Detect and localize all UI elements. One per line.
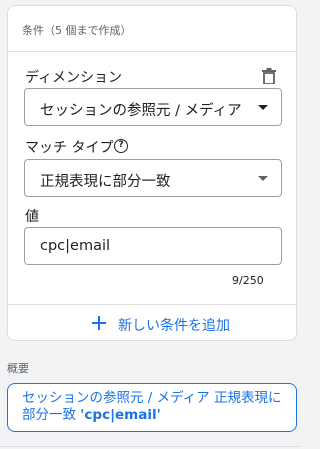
divider xyxy=(0,446,300,447)
help-icon[interactable]: ? xyxy=(114,139,128,153)
match-type-label: マッチ タイプ xyxy=(25,140,114,156)
match-type-select[interactable]: 正規表現に部分一致 xyxy=(24,159,282,197)
dimension-select-value: セッションの参照元 / メディア xyxy=(40,103,242,119)
value-label: 値 xyxy=(25,209,39,225)
card-header-title: 条件（5 個まで作成） xyxy=(22,24,132,37)
character-counter: 9/250 xyxy=(232,274,264,287)
plus-icon xyxy=(92,316,106,330)
add-condition-button[interactable]: 新しい条件を追加 xyxy=(8,304,296,342)
dimension-select[interactable]: セッションの参照元 / メディア xyxy=(24,88,282,126)
summary-value: 'cpc|email' xyxy=(80,407,161,423)
summary-label: 概要 xyxy=(7,362,29,375)
value-input-text: cpc|email xyxy=(40,238,111,254)
card-header: 条件（5 個まで作成） xyxy=(8,6,296,52)
condition-card: 条件（5 個まで作成） ディメンション セッションの参照元 / メディア マッチ… xyxy=(7,5,297,341)
add-condition-label: 新しい条件を追加 xyxy=(118,318,230,334)
trash-icon[interactable] xyxy=(262,68,276,84)
dimension-label: ディメンション xyxy=(25,70,123,86)
summary-box: セッションの参照元 / メディア 正規表現に部分一致 'cpc|email' xyxy=(7,383,297,432)
chevron-down-icon xyxy=(258,105,268,110)
chevron-down-icon xyxy=(258,176,268,181)
value-input[interactable]: cpc|email xyxy=(24,227,282,265)
match-type-select-value: 正規表現に部分一致 xyxy=(40,174,171,190)
